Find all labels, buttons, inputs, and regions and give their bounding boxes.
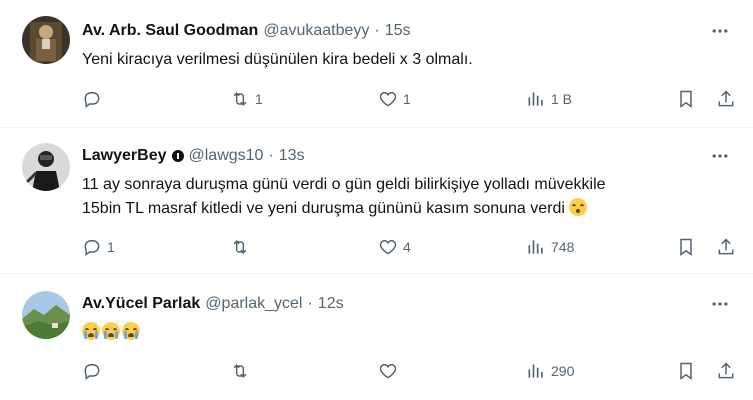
retweet-button[interactable]: 1	[230, 89, 378, 109]
separator: ·	[374, 22, 380, 39]
view-count: 1 B	[551, 91, 573, 107]
tweet-header: Av.Yücel Parlak @parlak_ycel · 12s	[82, 293, 344, 315]
more-dots-icon[interactable]	[709, 145, 731, 167]
avatar[interactable]	[22, 143, 70, 191]
timestamp[interactable]: 12s	[318, 295, 344, 313]
bookmark-button[interactable]	[676, 89, 696, 109]
tweet-actions: 1 1 1 B	[82, 87, 734, 111]
author-handle[interactable]: @lawgs10	[189, 147, 264, 165]
more-dots-icon[interactable]	[709, 293, 731, 315]
view-count: 290	[551, 363, 575, 379]
avatar[interactable]	[22, 291, 70, 339]
tweet-3[interactable]: Av.Yücel Parlak @parlak_ycel · 12s 290	[0, 275, 753, 400]
bookmark-button[interactable]	[676, 361, 696, 381]
bookmark-button[interactable]	[676, 237, 696, 257]
retweet-button[interactable]	[230, 361, 378, 381]
share-button[interactable]	[716, 89, 736, 109]
author-name[interactable]: Av. Arb. Saul Goodman	[82, 22, 258, 40]
retweet-icon	[233, 240, 247, 254]
author-name[interactable]: Av.Yücel Parlak	[82, 295, 200, 313]
share-icon	[718, 362, 734, 379]
reply-icon	[84, 364, 100, 380]
bookmark-icon	[680, 90, 692, 108]
crying-face-emoji-icon	[102, 322, 120, 340]
share-button[interactable]	[716, 361, 736, 381]
tweet-feed: Av. Arb. Saul Goodman @avukaatbeyy · 15s…	[0, 0, 753, 400]
tweet-header: Av. Arb. Saul Goodman @avukaatbeyy · 15s	[82, 20, 411, 42]
tweet-text-line-2: 15bin TL masraf kitledi ve yeni duruşma …	[82, 197, 713, 221]
like-count: 4	[403, 239, 411, 255]
reply-button[interactable]	[82, 89, 230, 109]
share-button[interactable]	[716, 237, 736, 257]
reply-button[interactable]: 1	[82, 237, 230, 257]
share-icon	[718, 238, 734, 255]
tweet-actions: 290	[82, 359, 734, 383]
tweet-actions: 1 4 748	[82, 235, 734, 259]
bookmark-icon	[680, 362, 692, 380]
separator: ·	[268, 147, 274, 164]
like-button[interactable]	[378, 361, 526, 381]
reply-icon	[84, 92, 100, 108]
retweet-count: 1	[255, 91, 263, 107]
views-button[interactable]: 1 B	[526, 89, 674, 109]
tweet-1[interactable]: Av. Arb. Saul Goodman @avukaatbeyy · 15s…	[0, 0, 753, 128]
views-button[interactable]: 290	[526, 361, 674, 381]
tweet-right-actions	[676, 89, 736, 109]
tweet-text: 11 ay sonraya duruşma günü verdi o gün g…	[82, 173, 713, 221]
tweet-right-actions	[676, 361, 736, 381]
author-name[interactable]: LawyerBey	[82, 147, 167, 165]
tweet-2[interactable]: LawyerBey @lawgs10 · 13s 11 ay sonraya d…	[0, 129, 753, 274]
views-button[interactable]: 748	[526, 237, 674, 257]
tweet-header: LawyerBey @lawgs10 · 13s	[82, 145, 305, 167]
separator: ·	[307, 295, 313, 312]
verified-badge-icon	[171, 150, 184, 162]
tweet-text: Yeni kiracıya verilmesi düşünülen kira b…	[82, 51, 473, 68]
views-icon	[528, 92, 543, 106]
views-icon	[528, 364, 543, 378]
more-dots-icon[interactable]	[709, 20, 731, 42]
reply-icon	[84, 240, 100, 256]
heart-icon	[379, 91, 397, 107]
tweet-text-line-1: 11 ay sonraya duruşma günü verdi o gün g…	[82, 176, 606, 193]
crying-face-emoji-icon	[122, 322, 140, 340]
author-handle[interactable]: @parlak_ycel	[205, 295, 302, 313]
heart-icon	[379, 363, 397, 379]
crying-face-emoji-icon	[82, 322, 100, 340]
tweet-right-actions	[676, 237, 736, 257]
view-count: 748	[551, 239, 575, 255]
share-icon	[718, 90, 734, 107]
bookmark-icon	[680, 238, 692, 256]
tweet-text	[82, 319, 713, 343]
retweet-icon	[233, 92, 247, 106]
timestamp[interactable]: 15s	[385, 22, 411, 40]
heart-icon	[379, 239, 397, 255]
tweet-text-line-2-content: 15bin TL masraf kitledi ve yeni duruşma …	[82, 200, 565, 217]
avatar[interactable]	[22, 16, 70, 64]
reply-count: 1	[107, 239, 115, 255]
retweet-icon	[233, 364, 247, 378]
dizzy-face-emoji-icon	[569, 198, 588, 216]
like-button[interactable]: 1	[378, 89, 526, 109]
timestamp[interactable]: 13s	[279, 147, 305, 165]
like-count: 1	[403, 91, 411, 107]
like-button[interactable]: 4	[378, 237, 526, 257]
retweet-button[interactable]	[230, 237, 378, 257]
author-handle[interactable]: @avukaatbeyy	[263, 22, 369, 40]
reply-button[interactable]	[82, 361, 230, 381]
views-icon	[528, 240, 543, 254]
